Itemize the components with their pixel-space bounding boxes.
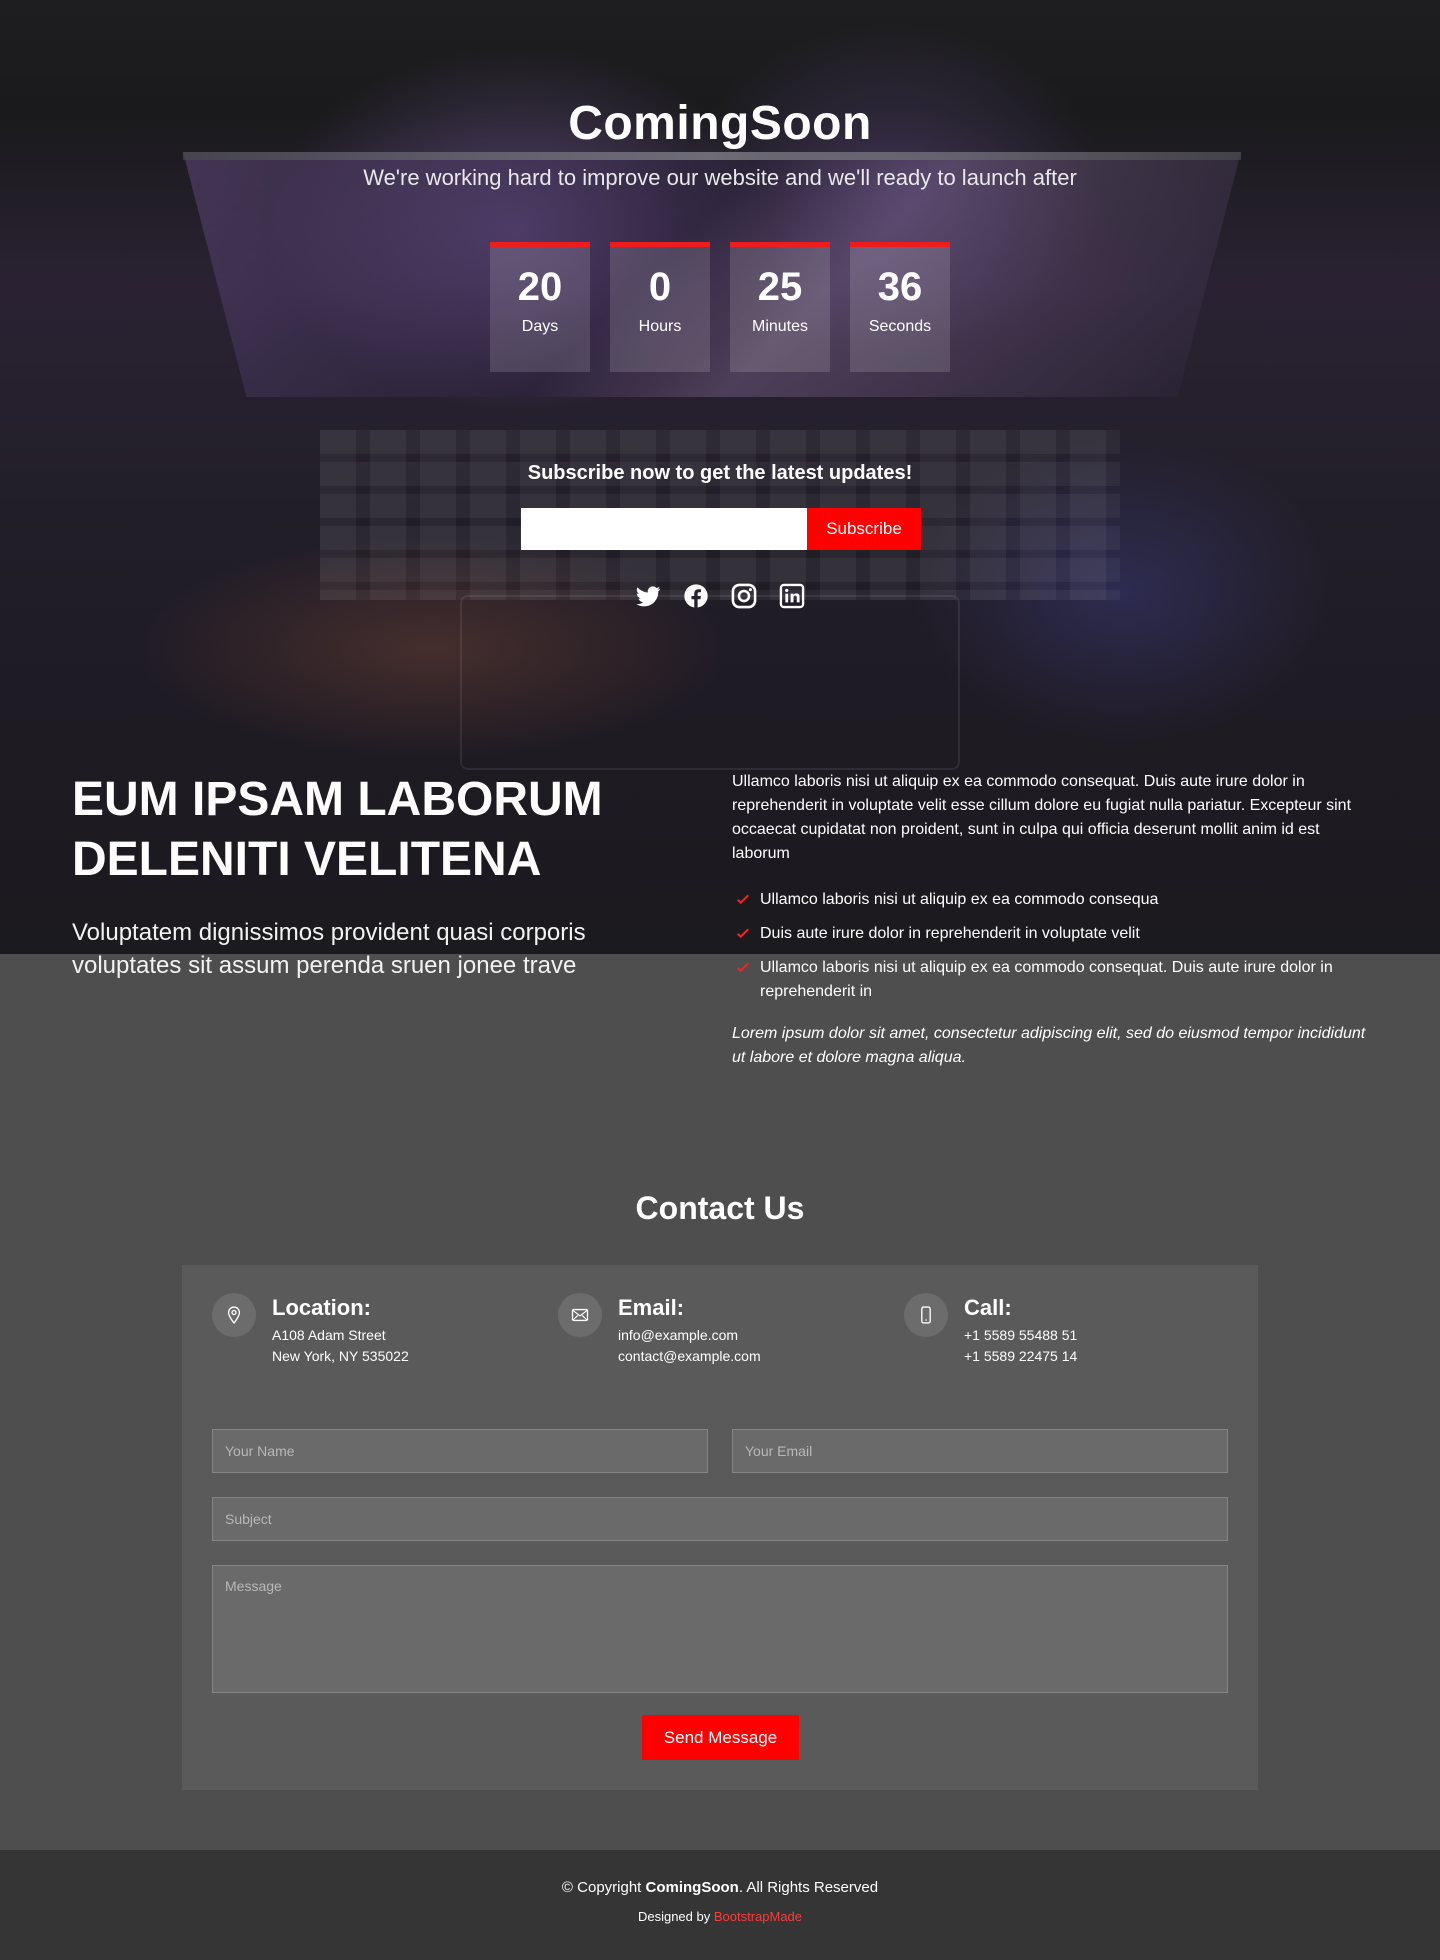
facebook-icon[interactable] bbox=[682, 582, 710, 610]
phone-icon bbox=[904, 1293, 948, 1337]
countdown-hours-label: Hours bbox=[638, 318, 682, 335]
about-list: Ullamco laboris nisi ut aliquip ex ea co… bbox=[732, 888, 1372, 1004]
info-call-line1[interactable]: +1 5589 55488 51 bbox=[964, 1327, 1077, 1343]
info-location-title: Location: bbox=[272, 1295, 371, 1320]
info-location: Location: A108 Adam Street New York, NY … bbox=[212, 1293, 532, 1373]
about-paragraph: Ullamco laboris nisi ut aliquip ex ea co… bbox=[732, 773, 1352, 862]
list-item-text: Ullamco laboris nisi ut aliquip ex ea co… bbox=[760, 891, 1159, 908]
credit-prefix: Designed by bbox=[637, 1909, 714, 1924]
info-call-line2[interactable]: +1 5589 22475 14 bbox=[964, 1348, 1077, 1364]
list-item-text: Ullamco laboris nisi ut aliquip ex ea co… bbox=[760, 959, 1333, 1000]
info-email-line1[interactable]: info@example.com bbox=[618, 1327, 738, 1343]
list-item: Ullamco laboris nisi ut aliquip ex ea co… bbox=[732, 956, 1372, 1004]
subscribe-email-input[interactable] bbox=[521, 508, 807, 550]
check-icon bbox=[737, 894, 749, 905]
info-email-line2[interactable]: contact@example.com bbox=[618, 1348, 761, 1364]
name-field[interactable] bbox=[212, 1429, 708, 1473]
email-field[interactable] bbox=[732, 1429, 1228, 1473]
countdown-seconds-value: 36 bbox=[877, 265, 923, 309]
footer-credit: Designed by BootstrapMade bbox=[0, 1909, 1440, 1924]
instagram-icon[interactable] bbox=[730, 582, 758, 610]
info-call: Call: +1 5589 55488 51 +1 5589 22475 14 bbox=[904, 1293, 1224, 1373]
map-pin-icon bbox=[212, 1293, 256, 1337]
info-call-title: Call: bbox=[964, 1295, 1012, 1320]
info-location-line2: New York, NY 535022 bbox=[272, 1348, 409, 1364]
hero-background-laptop-lid bbox=[183, 152, 1241, 160]
contact-panel: Location: A108 Adam Street New York, NY … bbox=[182, 1265, 1258, 1790]
info-email-title: Email: bbox=[618, 1295, 685, 1320]
info-email: Email: info@example.com contact@example.… bbox=[558, 1293, 878, 1373]
linkedin-icon[interactable] bbox=[778, 582, 806, 610]
envelope-icon bbox=[558, 1293, 602, 1337]
countdown-minutes-label: Minutes bbox=[751, 318, 809, 335]
countdown-days-label: Days bbox=[521, 318, 559, 335]
footer: © Copyright ComingSoon. All Rights Reser… bbox=[0, 1850, 1440, 1960]
countdown-seconds-label: Seconds bbox=[868, 318, 932, 335]
countdown-seconds: 36 Seconds bbox=[850, 242, 950, 372]
copyright-prefix: © Copyright bbox=[561, 1879, 646, 1896]
subscribe-title: Subscribe now to get the latest updates! bbox=[527, 462, 913, 484]
list-item: Duis aute irure dolor in reprehenderit i… bbox=[732, 922, 1372, 946]
countdown-minutes-value: 25 bbox=[757, 265, 803, 309]
message-field[interactable] bbox=[212, 1565, 1228, 1693]
hero-subtitle: We're working hard to improve our websit… bbox=[363, 165, 1077, 190]
list-item: Ullamco laboris nisi ut aliquip ex ea co… bbox=[732, 888, 1372, 912]
list-item-text: Duis aute irure dolor in reprehenderit i… bbox=[760, 925, 1140, 942]
about-heading: EUM IPSAM LABORUM DELENITI VELITENA bbox=[72, 773, 603, 886]
info-location-line1: A108 Adam Street bbox=[272, 1327, 386, 1343]
copyright-suffix: . All Rights Reserved bbox=[738, 1879, 879, 1896]
social-links bbox=[634, 582, 806, 610]
footer-copyright: © Copyright ComingSoon. All Rights Reser… bbox=[0, 1879, 1440, 1896]
send-message-button[interactable]: Send Message bbox=[642, 1715, 799, 1760]
twitter-icon[interactable] bbox=[634, 582, 662, 610]
check-icon bbox=[737, 962, 749, 973]
countdown-days-value: 20 bbox=[517, 265, 563, 309]
about-right-column: Ullamco laboris nisi ut aliquip ex ea co… bbox=[732, 770, 1372, 1070]
subscribe-button[interactable]: Subscribe bbox=[807, 508, 921, 550]
subscribe-form: Subscribe bbox=[521, 508, 921, 550]
footer-brand: ComingSoon bbox=[645, 1879, 739, 1896]
credit-link[interactable]: BootstrapMade bbox=[714, 1909, 802, 1924]
countdown-hours-value: 0 bbox=[648, 265, 672, 309]
about-left-column: EUM IPSAM LABORUM DELENITI VELITENA Volu… bbox=[72, 770, 672, 982]
about-lead: Voluptatem dignissimos provident quasi c… bbox=[72, 919, 586, 979]
contact-title: Contact Us bbox=[635, 1190, 805, 1226]
subject-field[interactable] bbox=[212, 1497, 1228, 1541]
countdown: 20 Days 0 Hours 25 Minutes 36 Seconds bbox=[490, 242, 950, 372]
check-icon bbox=[737, 928, 749, 939]
about-italic-text: Lorem ipsum dolor sit amet, consectetur … bbox=[732, 1025, 1366, 1066]
countdown-days: 20 Days bbox=[490, 242, 590, 372]
countdown-minutes: 25 Minutes bbox=[730, 242, 830, 372]
page-title: ComingSoon bbox=[568, 97, 872, 150]
countdown-hours: 0 Hours bbox=[610, 242, 710, 372]
hero-background-trackpad bbox=[460, 595, 960, 770]
